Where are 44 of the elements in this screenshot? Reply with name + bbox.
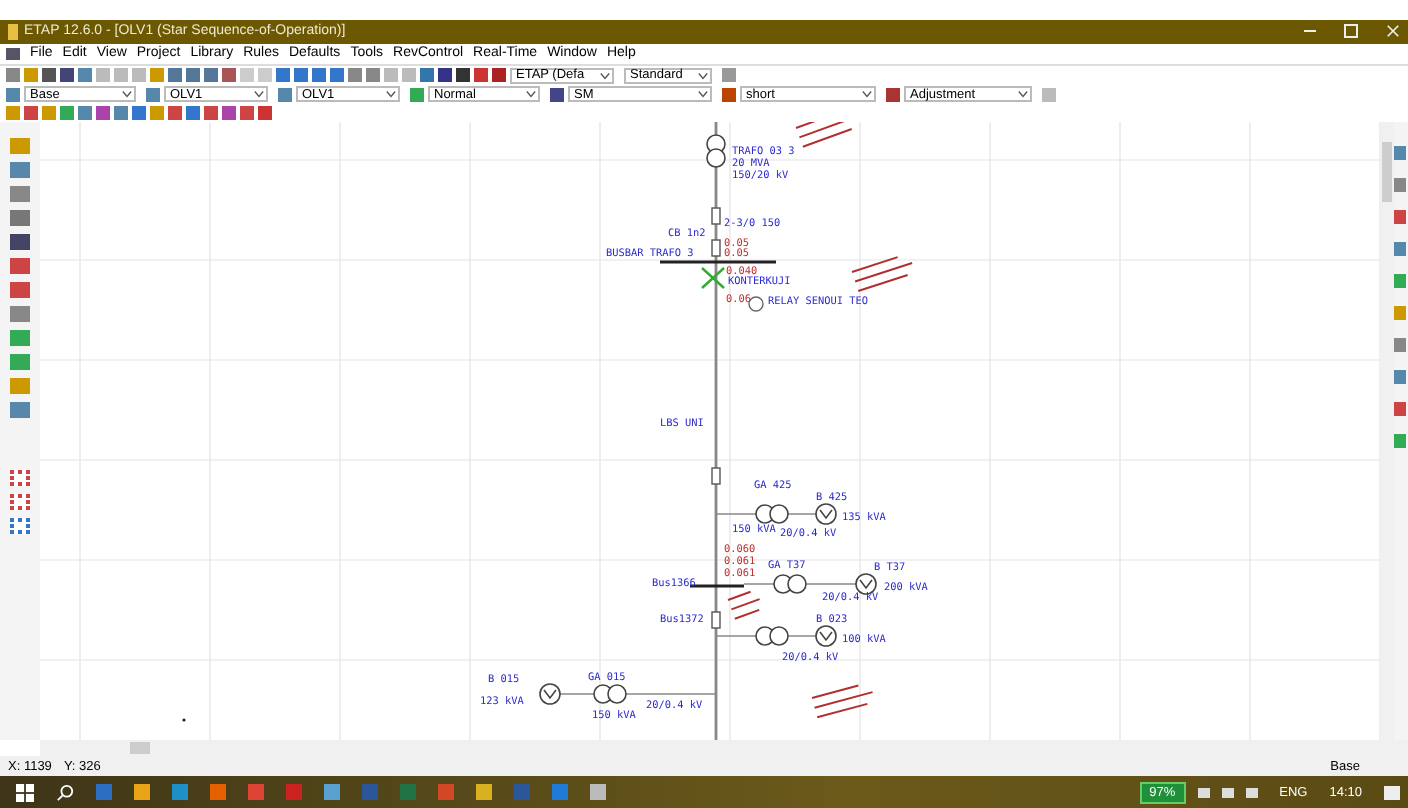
- toolbar-icon[interactable]: [886, 87, 900, 102]
- annotation-drawing: [851, 256, 914, 293]
- marker-dot: [182, 719, 186, 723]
- taskbar-app-icon[interactable]: [590, 784, 606, 801]
- toolbar-icon[interactable]: [550, 87, 564, 102]
- caret-icon: [600, 71, 610, 80]
- taskbar-app-icon[interactable]: [172, 784, 188, 801]
- taskbar-app-icon[interactable]: [324, 784, 340, 801]
- busbar-line: [660, 261, 776, 265]
- vertical-scrollbar[interactable]: [1380, 122, 1394, 741]
- transformer-symbol[interactable]: [755, 504, 789, 525]
- notification-icon[interactable]: [1384, 785, 1400, 800]
- busbar-line: [690, 585, 744, 589]
- taskbar-app-icon[interactable]: [134, 784, 150, 801]
- breaker-symbol[interactable]: [711, 468, 721, 486]
- transformer-symbol[interactable]: [755, 626, 789, 647]
- tool-icon[interactable]: [1394, 210, 1406, 225]
- caret-icon: [862, 90, 872, 99]
- search-icon[interactable]: [56, 783, 74, 802]
- document-icon: [6, 47, 20, 60]
- caret-icon: [386, 90, 396, 99]
- start-icon[interactable]: [16, 783, 34, 802]
- maximize-button[interactable]: [1344, 24, 1358, 39]
- caret-icon: [122, 90, 132, 99]
- caret-icon: [526, 90, 536, 99]
- annotation-drawing: [811, 685, 874, 719]
- transformer-symbol[interactable]: [706, 134, 726, 169]
- annotation-drawing: [727, 591, 761, 621]
- caret-icon: [1018, 90, 1028, 99]
- breaker-symbol[interactable]: [711, 612, 721, 630]
- cable-line: [743, 583, 857, 586]
- tool-icon[interactable]: [1394, 402, 1406, 417]
- taskbar-app-icon[interactable]: [248, 784, 264, 801]
- close-button[interactable]: [1386, 24, 1400, 39]
- taskbar-app-icon[interactable]: [96, 784, 112, 801]
- app-icon: [8, 23, 18, 40]
- caret-icon: [254, 90, 264, 99]
- taskbar-app-icon[interactable]: [210, 784, 226, 801]
- taskbar-app-icon[interactable]: [476, 784, 492, 801]
- transformer-symbol[interactable]: [773, 574, 807, 595]
- transformer-symbol[interactable]: [593, 684, 627, 705]
- horizontal-scrollbar[interactable]: [40, 740, 1408, 757]
- annotation-drawing: [795, 122, 857, 149]
- minimize-button[interactable]: [1304, 30, 1316, 33]
